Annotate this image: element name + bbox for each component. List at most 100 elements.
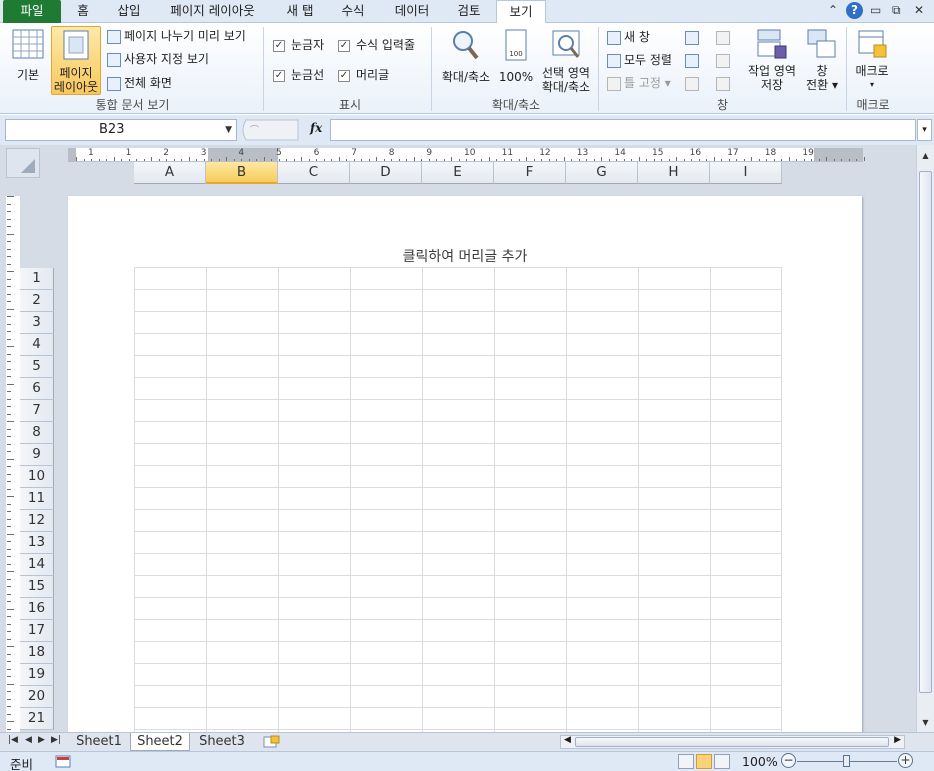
row-header[interactable]: 2 (20, 290, 54, 312)
row-header[interactable]: 4 (20, 334, 54, 356)
full-screen-button[interactable]: 전체 화면 (107, 74, 172, 92)
row-header[interactable]: 8 (20, 422, 54, 444)
vertical-scrollbar[interactable]: ▲ ▼ (916, 145, 934, 732)
tab-file[interactable]: 파일 (3, 0, 61, 23)
vertical-scroll-thumb[interactable] (919, 171, 932, 693)
zoom-button[interactable]: 확대/축소 (437, 29, 495, 84)
window-close-icon[interactable]: ✕ (914, 3, 924, 17)
synchronous-scrolling-button[interactable] (716, 51, 733, 69)
column-header[interactable]: C (278, 162, 350, 184)
tab-view[interactable]: 보기 (496, 0, 546, 24)
row-header[interactable]: 6 (20, 378, 54, 400)
tab-review[interactable]: 검토 (453, 0, 485, 23)
unhide-button[interactable] (685, 74, 702, 92)
tab-formulas[interactable]: 수식 (337, 0, 369, 23)
row-header[interactable]: 21 (20, 708, 54, 730)
add-header-placeholder[interactable]: 클릭하여 머리글 추가 (68, 246, 862, 266)
row-header[interactable]: 11 (20, 488, 54, 510)
normal-view-button[interactable]: 기본 (9, 29, 47, 82)
zoom-to-selection-button[interactable]: 선택 영역 확대/축소 (537, 29, 595, 94)
page-break-preview-button[interactable]: 페이지 나누기 미리 보기 (107, 27, 246, 45)
column-header[interactable]: F (494, 162, 566, 184)
view-side-by-side-button[interactable] (716, 28, 733, 46)
switch-windows-button[interactable]: 창 전환 ▾ (803, 29, 841, 92)
tab-insert[interactable]: 삽입 (112, 0, 146, 23)
column-header[interactable]: G (566, 162, 638, 184)
macros-button[interactable]: 매크로 ▾ (851, 29, 893, 92)
scroll-up-icon[interactable]: ▲ (919, 149, 932, 163)
row-header[interactable]: 7 (20, 400, 54, 422)
minimize-ribbon-icon[interactable]: ⌃ (828, 3, 838, 17)
tab-page-layout[interactable]: 페이지 레이아웃 (165, 0, 260, 23)
page-layout-view-button[interactable]: 페이지 레이아웃 (51, 26, 101, 95)
last-sheet-icon[interactable]: ▶| (51, 735, 61, 745)
zoom-in-icon[interactable]: + (898, 753, 913, 768)
window-minimize-icon[interactable]: ▭ (870, 3, 881, 17)
zoom-level[interactable]: 100% (742, 754, 778, 769)
row-header[interactable]: 19 (20, 664, 54, 686)
row-header[interactable]: 12 (20, 510, 54, 532)
sheet-tab-3[interactable]: Sheet3 (192, 733, 252, 751)
hide-button[interactable] (685, 51, 702, 69)
row-header[interactable]: 1 (20, 268, 54, 290)
row-header[interactable]: 20 (20, 686, 54, 708)
scroll-down-icon[interactable]: ▼ (919, 716, 932, 730)
row-header[interactable]: 14 (20, 554, 54, 576)
row-header[interactable]: 13 (20, 532, 54, 554)
first-sheet-icon[interactable]: |◀ (8, 735, 18, 745)
formula-bar-checkbox[interactable]: ✓ 수식 입력줄 (338, 36, 415, 54)
column-header[interactable]: D (350, 162, 422, 184)
normal-view-status-button[interactable] (678, 754, 694, 769)
zoom-slider-knob[interactable] (843, 755, 850, 767)
insert-sheet-icon[interactable] (262, 735, 280, 749)
tab-home[interactable]: 홈 (70, 0, 96, 23)
formula-input[interactable] (330, 119, 916, 141)
row-header[interactable]: 9 (20, 444, 54, 466)
row-header[interactable]: 18 (20, 642, 54, 664)
ruler-checkbox[interactable]: ✓ 눈금자 (273, 36, 324, 54)
row-header[interactable]: 3 (20, 312, 54, 334)
prev-sheet-icon[interactable]: ◀ (25, 735, 32, 745)
row-header[interactable]: 15 (20, 576, 54, 598)
column-header[interactable]: B (206, 162, 278, 184)
freeze-panes-button[interactable]: 틀 고정 ▾ (607, 74, 671, 92)
page-break-status-button[interactable] (714, 754, 730, 769)
gridlines-checkbox[interactable]: ✓ 눈금선 (273, 66, 324, 84)
row-header[interactable]: 10 (20, 466, 54, 488)
horizontal-scroll-thumb[interactable] (575, 737, 889, 747)
row-header[interactable]: 17 (20, 620, 54, 642)
sheet-tab-2[interactable]: Sheet2 (130, 733, 190, 751)
row-header[interactable]: 5 (20, 356, 54, 378)
column-header[interactable]: E (422, 162, 494, 184)
next-sheet-icon[interactable]: ▶ (38, 735, 45, 745)
cell-grid[interactable] (134, 267, 782, 732)
macro-record-icon[interactable] (55, 755, 71, 768)
page-layout-status-button[interactable] (696, 754, 712, 769)
expand-formula-bar-button[interactable]: ▾ (917, 119, 932, 141)
headings-checkbox[interactable]: ✓ 머리글 (338, 66, 389, 84)
chevron-down-icon[interactable]: ▼ (225, 120, 232, 140)
insert-function-button[interactable]: fx (310, 121, 322, 135)
column-header[interactable]: H (638, 162, 710, 184)
column-header[interactable]: I (710, 162, 782, 184)
save-workspace-button[interactable]: 작업 영역 저장 (741, 29, 803, 92)
horizontal-scrollbar[interactable]: ◀ ▶ (560, 735, 905, 749)
select-all-button[interactable] (6, 148, 40, 178)
column-header[interactable]: A (134, 162, 206, 184)
zoom-100-button[interactable]: 100 100% (497, 29, 535, 84)
zoom-out-icon[interactable]: − (781, 753, 796, 768)
tab-new-tab[interactable]: 새 탭 (282, 0, 318, 23)
reset-window-position-button[interactable] (716, 74, 733, 92)
window-restore-icon[interactable]: ⧉ (892, 3, 901, 18)
arrange-all-button[interactable]: 모두 정렬 (607, 51, 672, 69)
new-window-button[interactable]: 새 창 (607, 28, 650, 46)
tab-data[interactable]: 데이터 (390, 0, 434, 23)
scroll-right-icon[interactable]: ▶ (894, 735, 901, 745)
sheet-tab-1[interactable]: Sheet1 (70, 733, 128, 751)
help-icon[interactable]: ? (846, 2, 863, 19)
row-header[interactable]: 16 (20, 598, 54, 620)
custom-views-button[interactable]: 사용자 지정 보기 (107, 50, 209, 68)
split-button[interactable] (685, 28, 702, 46)
name-box[interactable]: B23 ▼ (5, 119, 237, 141)
scroll-left-icon[interactable]: ◀ (564, 735, 571, 745)
